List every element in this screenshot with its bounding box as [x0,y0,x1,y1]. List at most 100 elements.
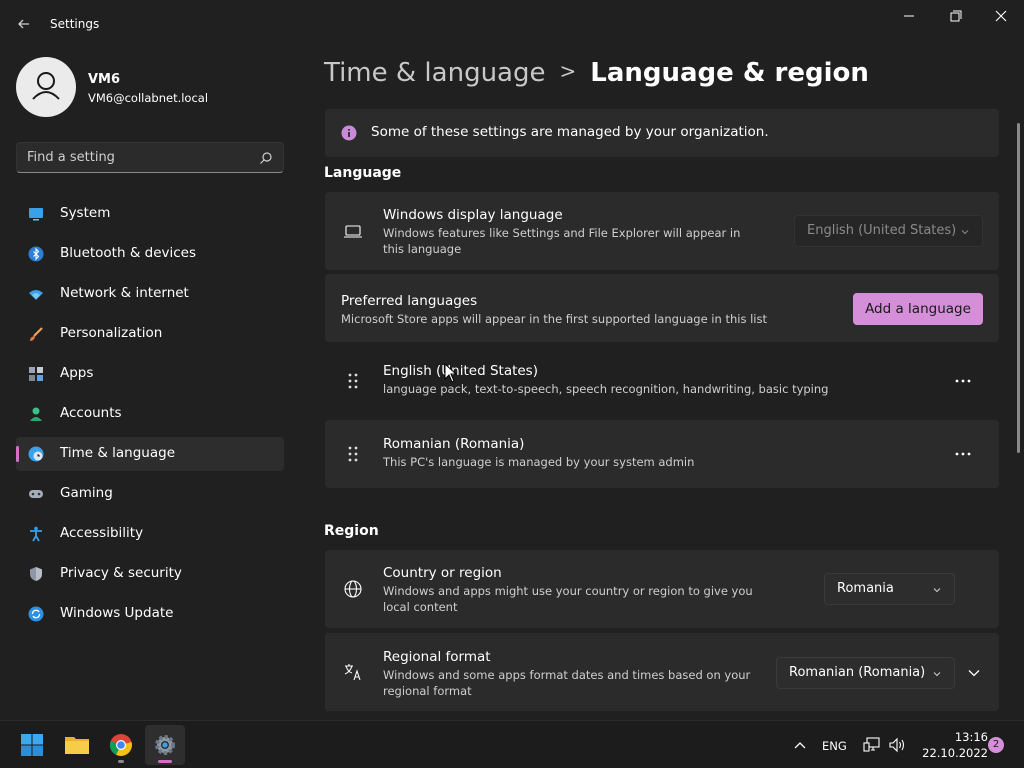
managed-banner: Some of these settings are managed by yo… [325,109,999,157]
profile-name: VM6 [88,72,121,87]
profile-email: VM6@collabnet.local [88,91,209,105]
sidebar-item-accounts[interactable]: Accounts [16,397,284,431]
breadcrumb: Time & language > Language & region [324,58,869,88]
sidebar-item-label: Accessibility [60,525,144,541]
regional-format-dropdown[interactable]: Romanian (Romania) [776,657,955,689]
start-icon [21,734,43,756]
regional-format-icon [344,664,361,681]
more-options-icon[interactable] [951,444,975,464]
sidebar-item-windows-update[interactable]: Windows Update [16,597,284,631]
chrome-icon [109,734,132,756]
sidebar-item-privacy[interactable]: Privacy & security [16,557,284,591]
sidebar-item-label: Accounts [60,405,122,421]
scrollbar[interactable] [1017,123,1020,453]
country-region-title: Country or region [383,565,502,581]
drag-handle-icon[interactable] [346,372,360,390]
sidebar-item-accessibility[interactable]: Accessibility [16,517,284,551]
sidebar-item-label: Bluetooth & devices [60,245,197,261]
sidebar-item-network[interactable]: Network & internet [16,277,284,311]
title-bar: Settings [0,0,1024,48]
close-button[interactable] [986,6,1016,28]
more-options-icon[interactable] [951,371,975,391]
sidebar-item-label: Personalization [60,325,163,341]
display-language-dropdown[interactable]: English (United States) [794,215,983,247]
selection-indicator [16,446,19,462]
gamepad-icon [29,490,43,498]
language-section-label: Language [324,165,402,181]
bluetooth-icon [28,246,44,262]
sidebar-item-gaming[interactable]: Gaming [16,477,284,511]
laptop-icon [344,225,362,238]
taskbar-file-explorer[interactable] [57,725,97,765]
minimize-button[interactable] [894,6,924,28]
taskbar-chrome[interactable] [101,725,141,765]
sidebar-item-label: Network & internet [60,285,189,301]
settings-icon [155,735,175,755]
language-list-item[interactable]: Romanian (Romania) This PC's language is… [325,420,999,488]
language-name: English (United States) [383,363,538,379]
breadcrumb-parent-link[interactable]: Time & language [324,58,545,88]
country-region-dropdown[interactable]: Romania [824,573,955,605]
sidebar-item-label: Time & language [60,445,176,461]
start-button[interactable] [12,725,52,765]
minimize-icon [904,15,914,17]
accessibility-icon [30,526,42,542]
taskbar-settings[interactable] [145,725,185,765]
language-list-item[interactable]: English (United States) language pack, t… [325,346,999,416]
language-details: language pack, text-to-speech, speech re… [383,382,829,396]
volume-icon[interactable] [888,737,906,753]
managed-banner-text: Some of these settings are managed by yo… [371,124,769,140]
regional-format-value: Romanian (Romania) [789,665,926,680]
app-title: Settings [50,17,100,31]
input-language-indicator[interactable]: ENG [822,739,847,753]
page-title: Language & region [590,58,869,88]
chevron-down-icon [961,230,969,235]
sidebar-item-label: Gaming [60,485,113,501]
search-placeholder: Find a setting [27,150,115,165]
network-icon[interactable] [863,737,881,753]
update-icon [28,606,44,622]
sidebar-item-label: Apps [60,365,94,381]
sidebar-item-label: System [60,205,111,221]
display-language-description: Windows features like Settings and File … [383,226,741,256]
wifi-icon [29,290,43,300]
preferred-languages-title: Preferred languages [341,293,478,309]
search-input[interactable]: Find a setting [16,142,284,173]
breadcrumb-separator: > [559,59,577,83]
clock-date[interactable]: 22.10.2022 [918,746,988,760]
maximize-button[interactable] [940,6,970,28]
drag-handle-icon[interactable] [346,445,360,463]
regional-format-title: Regional format [383,649,491,665]
running-indicator [158,760,172,763]
sidebar-item-personalization[interactable]: Personalization [16,317,284,351]
file-explorer-icon [65,737,89,754]
sidebar-item-time-language[interactable]: Time & language [16,437,284,471]
sidebar-item-label: Windows Update [60,605,174,621]
taskbar: ENG 13:16 22.10.2022 2 [0,720,1024,768]
avatar[interactable] [16,57,76,117]
notification-badge[interactable]: 2 [988,737,1004,753]
back-button[interactable] [14,14,34,34]
expand-chevron-icon[interactable] [966,665,982,681]
country-region-description: Windows and apps might use your country … [383,584,753,614]
user-icon [32,72,60,100]
chevron-up-icon[interactable] [792,738,808,752]
sidebar-item-bluetooth[interactable]: Bluetooth & devices [16,237,284,271]
system-icon [29,208,43,221]
shield-icon [30,567,42,581]
sidebar-item-system[interactable]: System [16,197,284,231]
back-arrow-icon [18,19,29,29]
sidebar-item-apps[interactable]: Apps [16,357,284,391]
preferred-languages-description: Microsoft Store apps will appear in the … [341,312,767,326]
clock-time[interactable]: 13:16 [930,730,988,744]
close-icon [995,10,1007,22]
mouse-cursor-icon [444,363,458,383]
time-language-icon [28,446,44,462]
add-language-button[interactable]: Add a language [853,293,983,325]
accounts-icon [30,407,42,421]
brush-icon [30,327,43,341]
chevron-down-icon [933,672,941,677]
apps-icon [29,367,43,381]
sidebar-item-label: Privacy & security [60,565,182,581]
maximize-icon [950,10,962,22]
